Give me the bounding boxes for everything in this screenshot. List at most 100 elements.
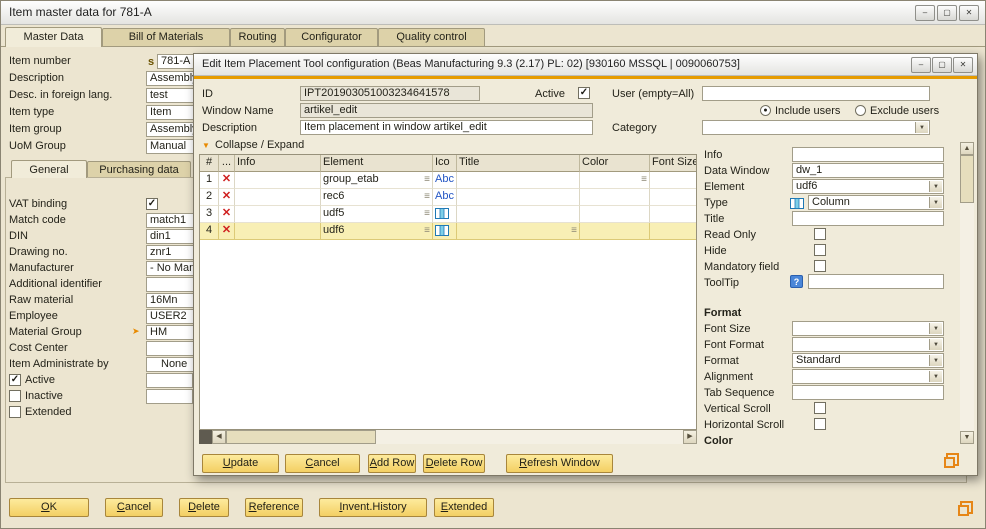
info-cell[interactable] (235, 223, 321, 240)
table-row[interactable]: 2 ✕ rec6≡ Abc (200, 189, 696, 206)
vertical-scroll-checkbox[interactable] (814, 402, 826, 414)
col-header-num[interactable]: # (200, 155, 219, 172)
table-row-selected[interactable]: 4 ✕ udf6≡ ≡ (200, 223, 696, 240)
chevron-down-icon[interactable]: ▼ (929, 323, 942, 334)
element-cell[interactable]: udf5≡ (321, 206, 433, 223)
chevron-down-icon[interactable]: ▼ (929, 371, 942, 382)
color-cell[interactable]: ≡ (580, 172, 650, 189)
scroll-right-button[interactable]: ▶ (683, 430, 697, 444)
update-button[interactable]: Update (202, 454, 279, 473)
row-delete-cell[interactable]: ✕ (219, 206, 235, 223)
window-name-field[interactable]: artikel_edit (300, 103, 593, 118)
table-row[interactable]: 1 ✕ group_etab≡ Abc ≡ (200, 172, 696, 189)
tab-configurator[interactable]: Configurator (285, 28, 378, 46)
title-cell[interactable] (457, 172, 580, 189)
type-select[interactable]: Column▼ (808, 195, 944, 210)
subtab-general[interactable]: General (11, 160, 87, 178)
chevron-down-icon[interactable]: ▼ (929, 339, 942, 350)
title-field[interactable] (792, 211, 944, 226)
delete-row-icon[interactable]: ✕ (222, 207, 231, 219)
close-button[interactable]: ✕ (959, 5, 979, 21)
table-row[interactable]: 3 ✕ udf5≡ (200, 206, 696, 223)
link-arrow-icon[interactable]: ➤ (132, 326, 140, 337)
delete-row-icon[interactable]: ✕ (222, 173, 231, 185)
chevron-down-icon[interactable]: ▼ (929, 181, 942, 192)
add-row-button[interactable]: Add Row (368, 454, 416, 473)
category-select[interactable]: ▼ (702, 120, 930, 135)
extended-button[interactable]: Extended (434, 498, 494, 517)
vertical-scroll-thumb[interactable] (960, 155, 974, 203)
delete-button[interactable]: Delete (179, 498, 229, 517)
scroll-up-button[interactable]: ▲ (960, 142, 974, 155)
element-cell[interactable]: group_etab≡ (321, 172, 433, 189)
description-field[interactable]: Item placement in window artikel_edit (300, 120, 593, 135)
dialog-close-button[interactable]: ✕ (953, 57, 973, 73)
col-header-title[interactable]: Title (457, 155, 580, 172)
reference-button[interactable]: Reference (245, 498, 303, 517)
fontsize-cell[interactable] (650, 189, 697, 206)
info-field[interactable] (792, 147, 944, 162)
ico-cell[interactable]: Abc (433, 189, 457, 206)
dialog-cancel-button[interactable]: Cancel (285, 454, 360, 473)
extended-checkbox[interactable] (9, 406, 21, 418)
cancel-button[interactable]: Cancel (105, 498, 163, 517)
subtab-purchasing-data[interactable]: Purchasing data (87, 161, 191, 177)
color-cell[interactable] (580, 223, 650, 240)
handle-icon[interactable]: ≡ (424, 190, 430, 203)
info-cell[interactable] (235, 189, 321, 206)
handle-icon[interactable]: ≡ (424, 224, 430, 237)
tab-routing[interactable]: Routing (230, 28, 285, 46)
format-select[interactable]: Standard▼ (792, 353, 944, 368)
col-header-dots[interactable]: ... (219, 155, 235, 172)
fontsize-cell[interactable] (650, 223, 697, 240)
collapse-expand-link[interactable]: Collapse / Expand (215, 139, 304, 152)
row-delete-cell[interactable]: ✕ (219, 172, 235, 189)
horizontal-scroll-checkbox[interactable] (814, 418, 826, 430)
chevron-down-icon[interactable]: ▼ (929, 355, 942, 366)
horizontal-scroll-thumb[interactable] (226, 430, 376, 444)
info-cell[interactable] (235, 172, 321, 189)
dialog-resize-grip-icon[interactable] (944, 453, 959, 468)
horizontal-scrollbar[interactable]: ◀ ▶ (199, 430, 697, 444)
alignment-select[interactable]: ▼ (792, 369, 944, 384)
vertical-scrollbar[interactable]: ▲ ▼ (960, 142, 974, 444)
chevron-down-icon[interactable]: ▼ (929, 197, 942, 208)
col-header-element[interactable]: Element (321, 155, 433, 172)
element-cell[interactable]: rec6≡ (321, 189, 433, 206)
col-header-fontsize[interactable]: Font Size (650, 155, 697, 172)
active-checkbox[interactable]: ✓ (9, 374, 21, 386)
ico-cell[interactable] (433, 223, 457, 240)
tab-bill-of-materials[interactable]: Bill of Materials (102, 28, 230, 46)
font-size-select[interactable]: ▼ (792, 321, 944, 336)
title-cell[interactable] (457, 189, 580, 206)
fontsize-cell[interactable] (650, 206, 697, 223)
handle-icon[interactable]: ≡ (571, 224, 577, 237)
refresh-window-button[interactable]: Refresh Window (506, 454, 613, 473)
maximize-button[interactable]: ▢ (937, 5, 957, 21)
read-only-checkbox[interactable] (814, 228, 826, 240)
user-field[interactable] (702, 86, 930, 101)
dialog-minimize-button[interactable]: – (911, 57, 931, 73)
color-cell[interactable] (580, 206, 650, 223)
ico-cell[interactable] (433, 206, 457, 223)
fontsize-cell[interactable] (650, 172, 697, 189)
element-select[interactable]: udf6▼ (792, 179, 944, 194)
col-header-info[interactable]: Info (235, 155, 321, 172)
row-delete-cell[interactable]: ✕ (219, 189, 235, 206)
vat-binding-checkbox[interactable]: ✓ (146, 198, 158, 210)
tooltip-field[interactable] (808, 274, 944, 289)
font-format-select[interactable]: ▼ (792, 337, 944, 352)
ok-button[interactable]: OK (9, 498, 89, 517)
minimize-button[interactable]: – (915, 5, 935, 21)
row-delete-cell[interactable]: ✕ (219, 223, 235, 240)
scroll-left-button[interactable]: ◀ (212, 430, 226, 444)
handle-icon[interactable]: ≡ (424, 207, 430, 220)
hide-checkbox[interactable] (814, 244, 826, 256)
active-checkbox[interactable]: ✓ (578, 87, 590, 99)
invent-history-button[interactable]: Invent.History (319, 498, 427, 517)
title-cell[interactable]: ≡ (457, 223, 580, 240)
mandatory-checkbox[interactable] (814, 260, 826, 272)
delete-row-button[interactable]: Delete Row (423, 454, 485, 473)
title-cell[interactable] (457, 206, 580, 223)
include-users-radio[interactable]: ● (760, 105, 771, 116)
